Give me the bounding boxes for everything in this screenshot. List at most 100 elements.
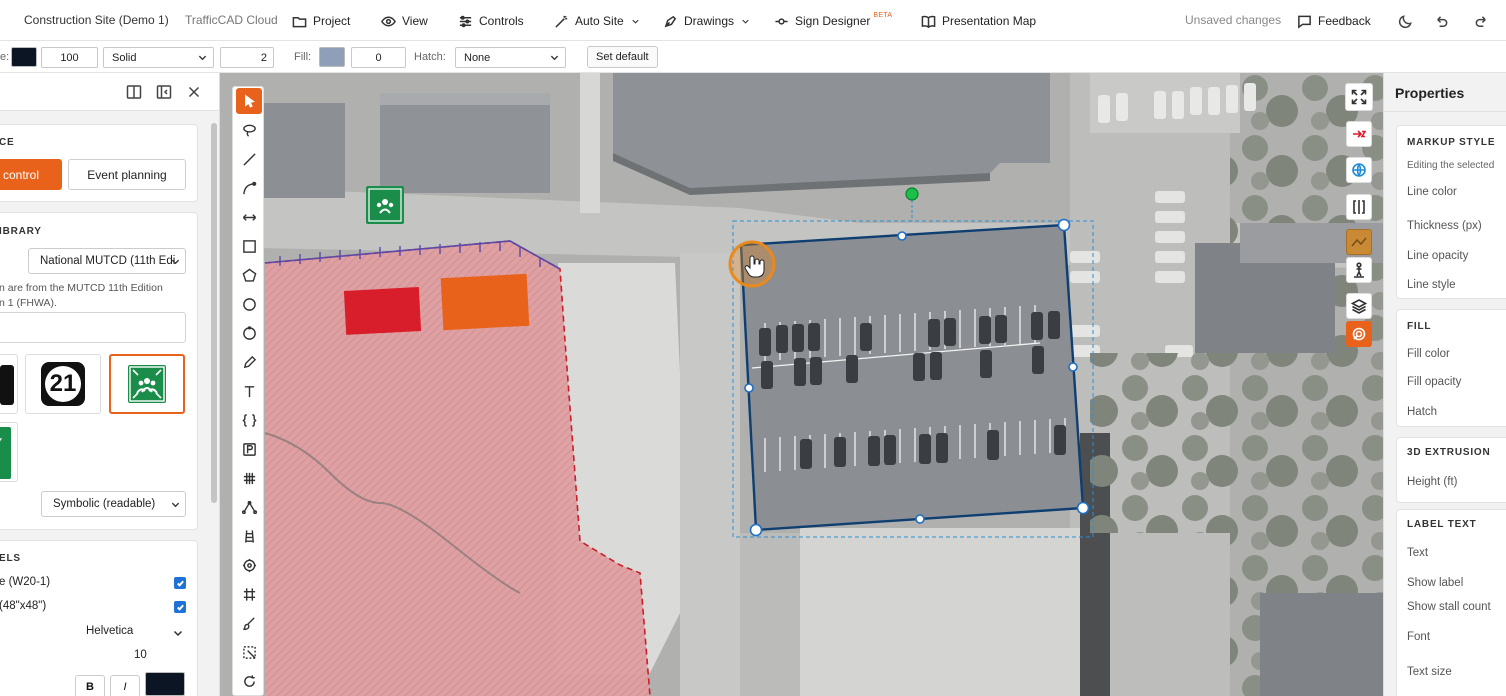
line-color-swatch[interactable] [11,47,37,67]
label-row-sign-size: (48"x48") [0,600,47,612]
street-view-button[interactable] [1346,257,1372,283]
fill-color-swatch[interactable] [319,47,345,67]
redo-button[interactable] [1471,11,1491,31]
line-opacity-input[interactable]: 100 [41,47,98,68]
curve-tool[interactable] [236,175,262,201]
message-square-icon [1298,15,1311,29]
check-icon [176,580,184,587]
rotate-tool[interactable] [236,668,262,694]
sliders-icon [459,15,472,27]
polygon-tool[interactable] [236,262,262,288]
globe-button[interactable] [1346,157,1372,183]
line-label: e: [0,51,10,63]
satellite-basemap-button[interactable] [1346,229,1372,255]
layers-button[interactable] [1346,293,1372,319]
parking-tool[interactable] [236,436,262,462]
route-shield-21: 21 [41,362,85,406]
sign-tile-green-partial[interactable]: CY Y [0,422,18,482]
line-icon [242,152,256,166]
grid-tool[interactable] [236,465,262,491]
thickness-label: Thickness (px) [1407,220,1482,232]
square-icon [242,239,256,253]
theme-toggle-button[interactable] [1395,11,1415,31]
italic-button[interactable]: I [110,675,140,696]
scrollbar[interactable] [211,123,217,503]
library-note-line-2: n 1 (FHWA). [0,297,57,309]
show-sign-code-checkbox[interactable] [174,577,186,589]
nav-drawings[interactable]: Drawings [663,10,751,32]
line-style-select[interactable]: Solid [103,47,214,68]
ladder-tool[interactable] [236,523,262,549]
pencil-tool[interactable] [236,349,262,375]
label-color-swatch[interactable] [145,672,185,696]
nav-view[interactable]: View [381,10,428,32]
set-default-button[interactable]: Set default [587,46,658,68]
bold-button[interactable]: B [75,675,105,696]
nav-presentation-map[interactable]: Presentation Map [921,10,1036,32]
project-name[interactable]: Construction Site (Demo 1) [24,13,169,27]
green-sign-graphic: CY Y [0,427,11,479]
event-planning-mode-button[interactable]: Event planning [68,159,186,190]
snap-toggle-button[interactable] [1346,321,1372,347]
undo-button[interactable] [1431,11,1451,31]
hatch-label: Hatch: [414,51,446,63]
pencil-icon [243,355,256,368]
line-tool[interactable] [236,146,262,172]
feedback-button[interactable]: Feedback [1297,10,1371,32]
app-name: TrafficCAD Cloud [185,13,278,27]
nav-auto-site[interactable]: Auto Site [554,10,641,32]
rectangle-tool[interactable] [236,233,262,259]
sign-tile-partial[interactable] [0,354,18,414]
nav-sign-designer[interactable]: Sign Designer BETA [774,10,895,32]
sign-designer-icon [775,17,788,25]
fullscreen-button[interactable] [1345,83,1373,111]
chevron-down-icon [198,55,207,61]
height-label: Height (ft) [1407,476,1458,488]
nav-project[interactable]: Project [292,10,350,32]
brush-icon [242,616,255,630]
sign-library-select[interactable]: National MUTCD (11th Edi [28,248,186,274]
show-sign-size-checkbox[interactable] [174,601,186,613]
map-canvas[interactable] [220,73,1383,696]
wand-icon [555,15,568,28]
arrows-horizontal-icon [242,213,256,221]
label-font-select[interactable]: Helvetica [86,624,186,642]
columns-icon [1353,200,1365,214]
area-select-tool[interactable] [236,639,262,665]
pegman-icon [1354,262,1364,278]
circle-tool[interactable] [236,291,262,317]
hatch-select[interactable]: None [455,47,566,68]
split-view-icon[interactable] [126,84,142,100]
select-tool[interactable] [236,88,262,114]
ellipse-tool[interactable] [236,320,262,346]
sign-search-input[interactable] [0,312,186,343]
thickness-input[interactable]: 2 [220,47,274,68]
sign-tile-assembly-area[interactable] [109,354,185,414]
path-tool[interactable] [236,494,262,520]
collapse-panel-icon[interactable] [156,84,172,100]
compass-button[interactable] [1346,121,1372,147]
rail-tool[interactable] [236,581,262,607]
close-icon[interactable] [186,84,202,100]
text-tool[interactable] [236,378,262,404]
nav-controls[interactable]: Controls [458,10,524,32]
pen-nib-icon [664,15,677,27]
rotate-handle [905,187,919,201]
label-row-sign-code: e (W20-1) [0,576,51,588]
rail-icon [243,587,255,601]
target-tool[interactable] [236,552,262,578]
sign-render-mode-select[interactable]: Symbolic (readable) [41,491,186,517]
parking-icon [242,442,256,456]
traffic-control-mode-button[interactable]: control [0,159,62,190]
sign-tile-route-21[interactable]: 21 [25,354,101,414]
satellite-thumbnail-icon [1351,237,1367,247]
brush-tool[interactable] [236,610,262,636]
text-size-label: Text size [1407,666,1452,678]
lasso-tool[interactable] [236,117,262,143]
fill-opacity-input[interactable]: 0 [351,47,406,68]
label-font-size[interactable]: 10 [134,649,147,661]
parking-lot-selection[interactable] [220,73,1383,696]
bracket-tool[interactable] [236,407,262,433]
split-compare-button[interactable] [1346,194,1372,220]
dimension-tool[interactable] [236,204,262,230]
